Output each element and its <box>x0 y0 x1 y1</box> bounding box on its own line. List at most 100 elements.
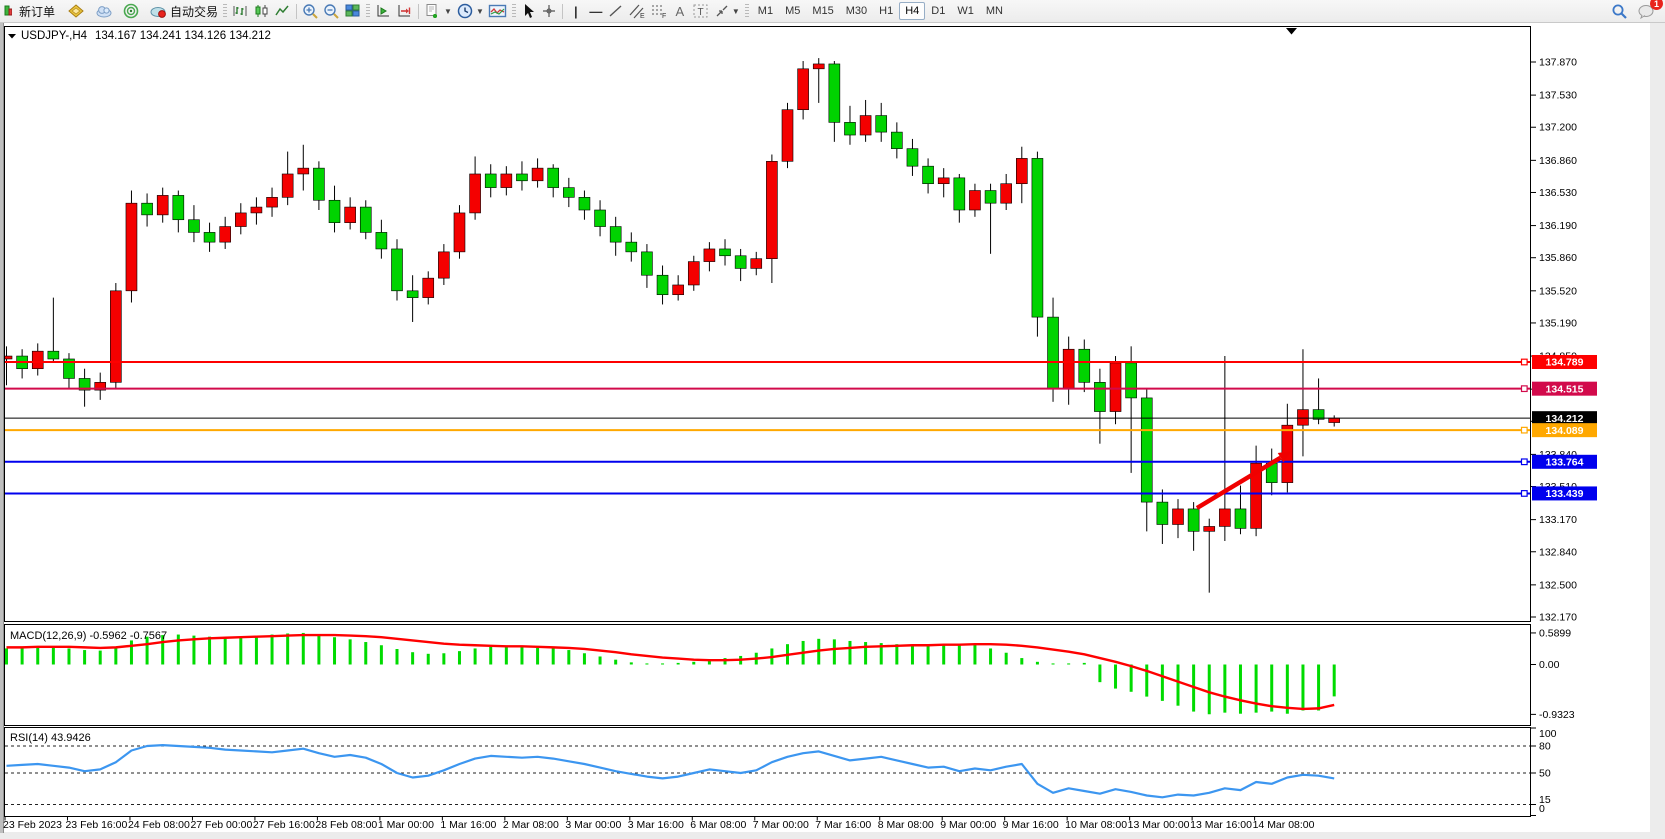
time-tick-label: 7 Mar 16:00 <box>815 819 871 831</box>
line-chart-button[interactable] <box>272 1 293 21</box>
search-button[interactable] <box>1609 1 1630 21</box>
chart-shift-button[interactable] <box>394 1 415 21</box>
equidistant-channel-button[interactable]: E <box>626 1 648 21</box>
toolbar-grip <box>512 4 516 19</box>
chart-profiles-button[interactable] <box>65 1 87 21</box>
trendline-button[interactable] <box>606 1 626 21</box>
price-tick-label: 133.170 <box>1539 514 1577 526</box>
periods-button[interactable]: ▼ <box>454 1 486 21</box>
market-scanner-icon <box>122 3 140 19</box>
price-tick-label: 132.170 <box>1539 612 1577 624</box>
time-tick-label: 9 Mar 00:00 <box>940 819 996 831</box>
notification-badge: 1 <box>1650 0 1663 10</box>
price-tick-label: 132.500 <box>1539 579 1577 591</box>
fibonacci-button[interactable]: F <box>648 1 670 21</box>
macd-tick-label: 0.00 <box>1539 659 1560 671</box>
market-scanner-button[interactable] <box>120 1 142 21</box>
price-tick-label: 132.840 <box>1539 546 1577 558</box>
level-anchor-marker[interactable] <box>1522 427 1528 433</box>
price-badge: 133.764 <box>1532 455 1597 469</box>
new-order-button[interactable]: 新订单 <box>14 1 57 21</box>
tile-windows-icon <box>344 3 361 19</box>
arrows-icon <box>714 3 730 19</box>
new-order-label: 新订单 <box>19 3 55 20</box>
timeframe-h1[interactable]: H1 <box>873 2 899 20</box>
zoom-out-button[interactable] <box>321 1 342 21</box>
svg-text:F: F <box>662 13 666 19</box>
level-anchor-marker[interactable] <box>1522 386 1528 392</box>
candle <box>782 103 793 168</box>
chart-title: USDJPY-,H4 <box>21 30 88 42</box>
time-axis[interactable]: 23 Feb 202323 Feb 16:0024 Feb 08:0027 Fe… <box>3 817 1315 831</box>
candles-chart-icon <box>253 3 270 19</box>
price-badge: 134.089 <box>1532 423 1597 437</box>
price-tick-label: 136.190 <box>1539 220 1577 232</box>
label-button[interactable]: T <box>690 1 712 21</box>
timeframe-w1[interactable]: W1 <box>951 2 980 20</box>
price-tick-label: 137.870 <box>1539 57 1577 69</box>
auto-scroll-button[interactable] <box>373 1 394 21</box>
chart-ohlc-values: 134.167 134.241 134.126 134.212 <box>95 30 271 42</box>
level-anchor-marker[interactable] <box>1522 359 1528 365</box>
cursor-button[interactable] <box>519 1 539 21</box>
time-tick-label: 1 Mar 16:00 <box>440 819 496 831</box>
timeframe-m15[interactable]: M15 <box>806 2 839 20</box>
time-tick-label: 13 Mar 16:00 <box>1190 819 1252 831</box>
timeframe-m30[interactable]: M30 <box>840 2 873 20</box>
chevron-down-icon: ▼ <box>444 7 452 16</box>
timeframe-mn[interactable]: MN <box>980 2 1009 20</box>
svg-text:134.789: 134.789 <box>1546 357 1584 369</box>
candle <box>110 283 121 388</box>
svg-text:T: T <box>697 7 703 18</box>
horizontal-line-button[interactable]: — <box>586 1 606 21</box>
time-tick-label: 23 Feb 16:00 <box>65 819 127 831</box>
timeframe-m5[interactable]: M5 <box>779 2 806 20</box>
time-tick-label: 27 Feb 00:00 <box>190 819 252 831</box>
time-tick-label: 13 Mar 00:00 <box>1128 819 1190 831</box>
toolbar-separator <box>418 4 419 19</box>
mini-chart-icon[interactable] <box>0 1 14 21</box>
timeframe-bar: M1M5M15M30H1H4D1W1MN <box>752 2 1009 20</box>
new-chart-icon <box>424 3 442 19</box>
time-tick-label: 2 Mar 08:00 <box>503 819 559 831</box>
chart-canvas[interactable]: USDJPY-,H4 134.167 134.241 134.126 134.21… <box>0 22 1665 839</box>
level-anchor-marker[interactable] <box>1522 459 1528 465</box>
new-chart-button[interactable]: ▼ <box>422 1 454 21</box>
cloud-button[interactable] <box>93 1 115 21</box>
time-tick-label: 27 Feb 16:00 <box>253 819 315 831</box>
text-button[interactable]: A <box>670 1 690 21</box>
cursor-icon <box>521 3 537 19</box>
time-tick-label: 23 Feb 2023 <box>3 819 62 831</box>
svg-text:134.515: 134.515 <box>1546 383 1584 395</box>
toolbar: 新订单 自动交易 <box>0 0 1665 23</box>
auto-scroll-icon <box>375 3 392 19</box>
time-tick-label: 14 Mar 08:00 <box>1253 819 1315 831</box>
bars-chart-icon <box>232 3 249 19</box>
tile-windows-button[interactable] <box>342 1 363 21</box>
timeframe-h4[interactable]: H4 <box>899 2 925 20</box>
price-tick-label: 135.190 <box>1539 317 1577 329</box>
time-tick-label: 8 Mar 08:00 <box>878 819 934 831</box>
bars-chart-button[interactable] <box>230 1 251 21</box>
zoom-in-button[interactable] <box>300 1 321 21</box>
toolbar-right-group: 1 <box>1609 1 1663 21</box>
level-anchor-marker[interactable] <box>1522 491 1528 497</box>
crosshair-button[interactable] <box>539 1 559 21</box>
toolbar-grip <box>745 4 749 19</box>
arrows-tool-button[interactable]: ▼ <box>712 1 742 21</box>
rsi-tick-label: 100 <box>1539 728 1557 740</box>
chart-profiles-icon <box>67 3 85 19</box>
vertical-line-button[interactable]: | <box>566 1 586 21</box>
notifications-button[interactable]: 1 <box>1635 1 1657 21</box>
timeframe-d1[interactable]: D1 <box>925 2 951 20</box>
timeframe-m1[interactable]: M1 <box>752 2 779 20</box>
autotrade-button[interactable]: 自动交易 <box>147 1 220 21</box>
chevron-down-icon: ▼ <box>476 7 484 16</box>
rsi-tick-label: 50 <box>1539 768 1551 780</box>
indicators-button[interactable] <box>486 1 509 21</box>
price-tick-label: 136.860 <box>1539 155 1577 167</box>
autotrade-icon <box>149 3 167 19</box>
autotrade-label: 自动交易 <box>170 3 218 20</box>
price-tick-label: 135.520 <box>1539 285 1577 297</box>
candles-chart-button[interactable] <box>251 1 272 21</box>
